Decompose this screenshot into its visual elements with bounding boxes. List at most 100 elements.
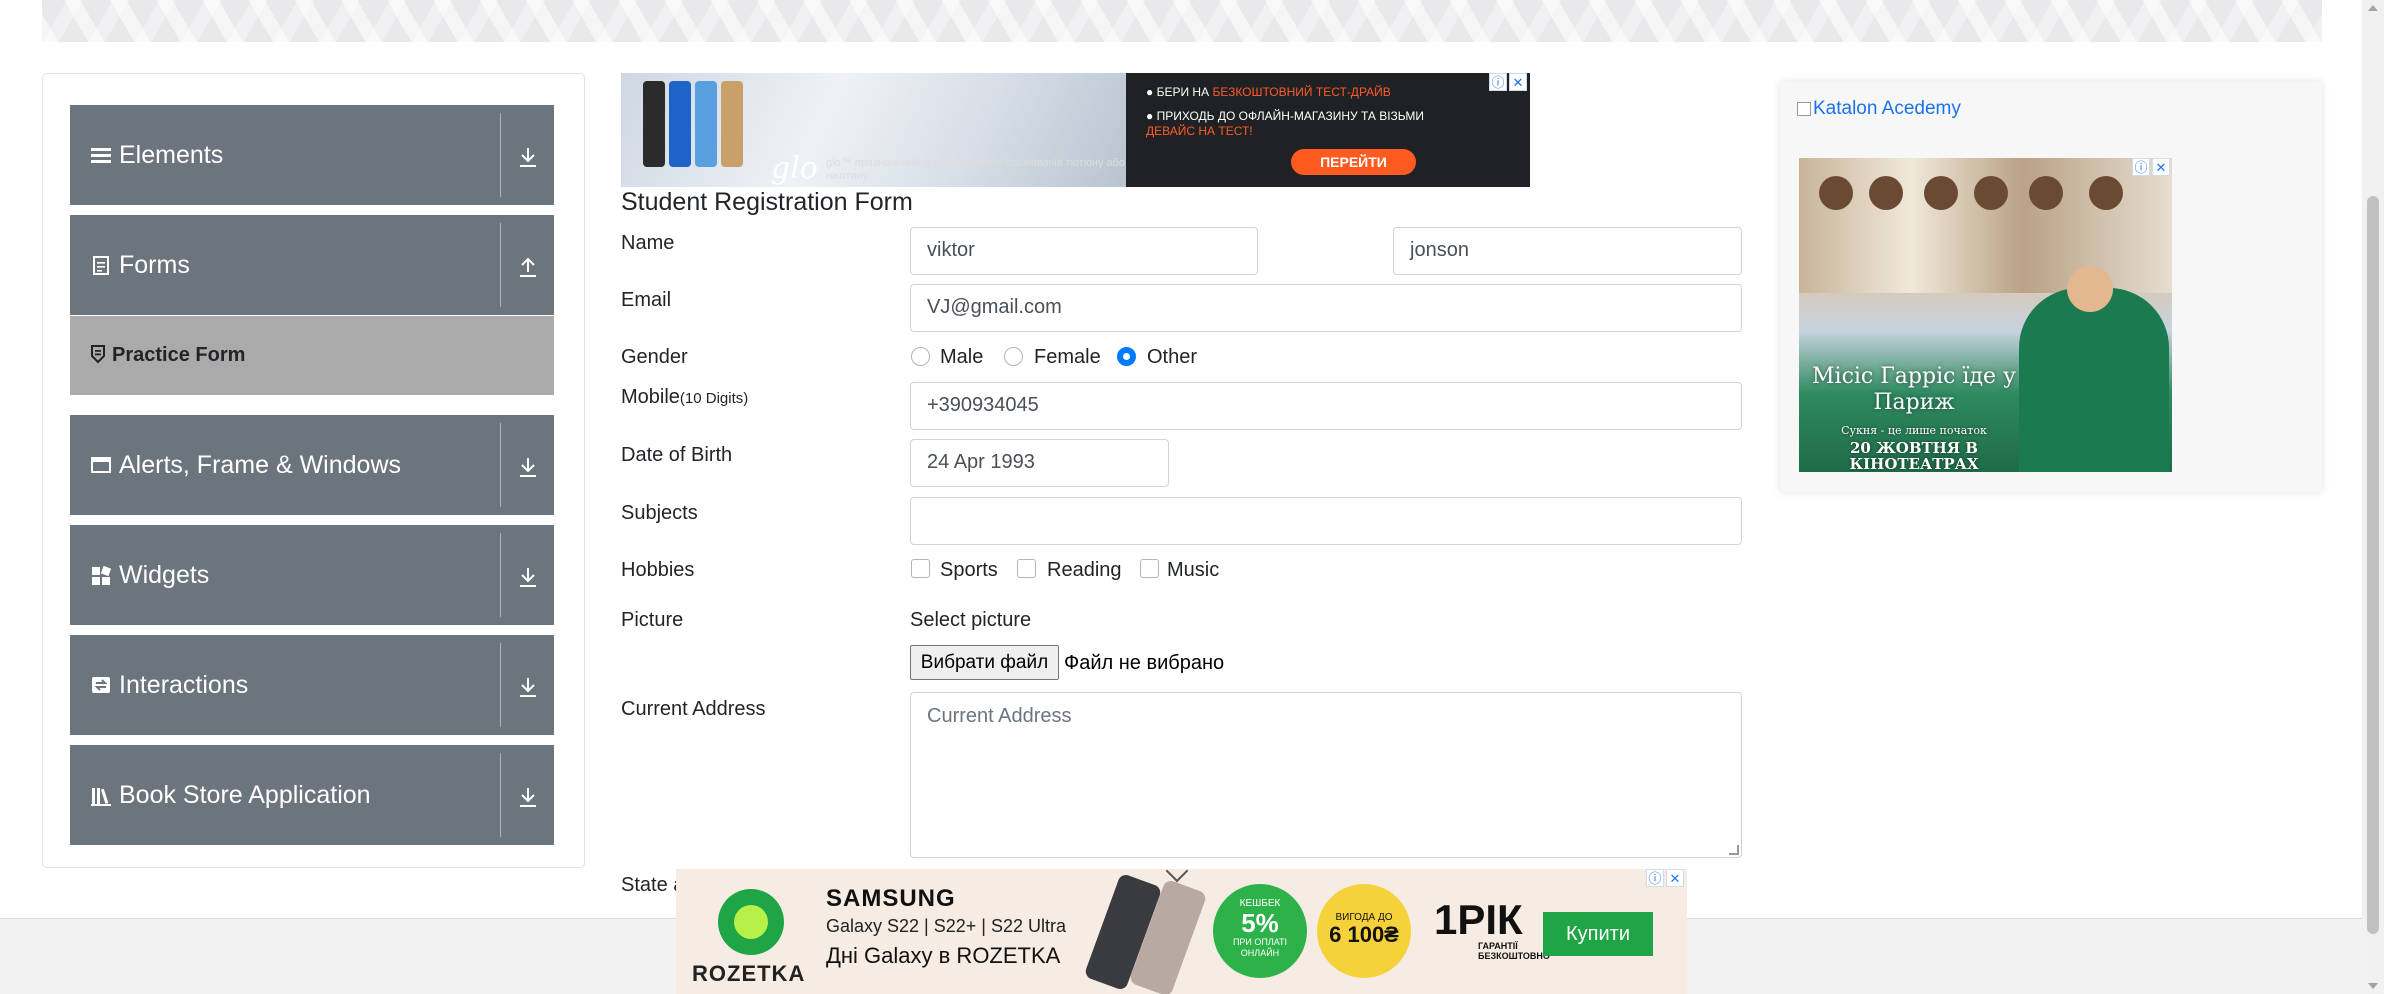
address-placeholder: Current Address xyxy=(927,705,1072,727)
download-arrow-icon[interactable] xyxy=(517,455,539,479)
divider xyxy=(500,643,501,727)
badge-icon xyxy=(91,345,105,364)
ad-models: Galaxy S22 | S22+ | S22 Ultra xyxy=(826,916,1066,936)
current-address-label: Current Address xyxy=(621,698,766,720)
upload-arrow-icon[interactable] xyxy=(517,255,539,279)
window-icon xyxy=(91,457,111,473)
ad-headline: Дні Galaxy в ROZETKA xyxy=(826,943,1061,968)
current-address-input[interactable]: Current Address xyxy=(910,692,1742,858)
download-arrow-icon[interactable] xyxy=(517,145,539,169)
hobbies-label: Hobbies xyxy=(621,559,695,581)
gender-male-radio[interactable] xyxy=(911,347,930,366)
poster-figure xyxy=(2019,288,2169,472)
subjects-input[interactable] xyxy=(910,497,1742,545)
hobby-sports-checkbox[interactable] xyxy=(911,559,930,578)
ad-info-icon[interactable]: ⓘ xyxy=(1646,869,1664,887)
resize-handle[interactable] xyxy=(1729,845,1739,855)
choose-file-button[interactable]: Вибрати файл xyxy=(910,645,1059,680)
ad-info-icon[interactable]: ⓘ xyxy=(2132,158,2150,176)
sidebar-group-forms[interactable]: Forms xyxy=(70,215,554,315)
mobile-input[interactable]: +390934045 xyxy=(910,382,1742,430)
divider xyxy=(500,423,501,507)
ad-store-name: ROZETKA xyxy=(692,961,806,986)
email-label: Email xyxy=(621,289,672,311)
poster-figure-head xyxy=(2067,266,2113,312)
scrollbar-thumb[interactable] xyxy=(2367,196,2379,934)
download-arrow-icon[interactable] xyxy=(517,785,539,809)
email-input[interactable]: VJ@gmail.com xyxy=(910,284,1742,332)
divider xyxy=(500,533,501,617)
subjects-label: Subjects xyxy=(621,502,698,524)
scroll-up-arrow-icon[interactable] xyxy=(2368,5,2378,11)
sidebar-group-book-store[interactable]: Book Store Application xyxy=(70,745,554,845)
first-name-input[interactable]: viktor xyxy=(910,227,1258,275)
download-arrow-icon[interactable] xyxy=(517,675,539,699)
hobby-reading-checkbox[interactable] xyxy=(1017,559,1036,578)
movie-poster-ad[interactable]: Місіс Гарріс їде у Париж Сукня - це лише… xyxy=(1799,158,2172,472)
sidebar-group-label: Book Store Application xyxy=(119,781,371,809)
ad-brand: glo xyxy=(771,151,818,186)
file-status-text: Файл не вибрано xyxy=(1064,652,1225,674)
ad-cta-button[interactable]: ПЕРЕЙТИ xyxy=(1291,149,1416,175)
gender-label: Gender xyxy=(621,346,688,368)
sidebar-group-label: Widgets xyxy=(119,561,210,589)
hobby-music-checkbox[interactable] xyxy=(1140,559,1159,578)
sidebar-group-widgets[interactable]: Widgets xyxy=(70,525,554,625)
ad-brand: SAMSUNG xyxy=(826,885,956,912)
interactions-icon xyxy=(92,677,110,693)
right-advertisement[interactable]: Katalon Acedemy Місіс Гарріс їде у Париж… xyxy=(1780,82,2322,492)
buy-button[interactable]: Купити xyxy=(1543,912,1653,956)
widgets-icon xyxy=(92,565,111,585)
gender-other-label[interactable]: Other xyxy=(1147,346,1197,369)
last-name-input[interactable]: jonson xyxy=(1393,227,1742,275)
dob-label: Date of Birth xyxy=(621,444,733,466)
name-label: Name xyxy=(621,232,675,254)
smile-icon xyxy=(734,905,768,939)
katalon-academy-link[interactable]: Katalon Acedemy xyxy=(1797,98,1961,120)
sidebar-item-practice-form[interactable]: Practice Form xyxy=(70,316,554,395)
sidebar-group-interactions[interactable]: Interactions xyxy=(70,635,554,735)
poster-date: 20 ЖОВТНЯ В КІНОТЕАТРАХ xyxy=(1849,439,1979,472)
date-of-birth-input[interactable]: 24 Apr 1993 xyxy=(910,439,1169,487)
ad-product-image: glo glo™ призначений для повнолітніх спо… xyxy=(621,73,1126,187)
gender-female-radio[interactable] xyxy=(1004,347,1023,366)
mobile-hint: (10 Digits) xyxy=(679,390,749,407)
divider xyxy=(500,223,501,307)
scroll-down-arrow-icon[interactable] xyxy=(2368,983,2378,989)
books-icon xyxy=(91,788,111,806)
ad-disclaimer: glo™ призначений для повнолітніх спожива… xyxy=(826,157,1126,182)
download-arrow-icon[interactable] xyxy=(517,565,539,589)
select-picture-hint: Select picture xyxy=(910,609,1032,631)
sidebar-group-label: Alerts, Frame & Windows xyxy=(119,451,402,479)
benefit-badge: ВИГОДА ДО 6 100₴ xyxy=(1317,884,1411,978)
gender-other-radio[interactable] xyxy=(1117,347,1136,366)
ad-close-icon[interactable]: ✕ xyxy=(1666,869,1684,887)
ad-info-icon[interactable]: ⓘ xyxy=(1489,73,1507,91)
hobby-sports-label[interactable]: Sports xyxy=(940,559,998,582)
sidebar-group-label: Elements xyxy=(119,141,224,169)
gender-male-label[interactable]: Male xyxy=(940,346,983,369)
bottom-advertisement[interactable]: ROZETKA SAMSUNG Galaxy S22 | S22+ | S22 … xyxy=(676,869,1687,994)
ad-close-icon[interactable]: ✕ xyxy=(2152,158,2170,176)
page-title: Student Registration Form xyxy=(621,188,913,216)
picture-label: Picture xyxy=(621,609,684,631)
ad-close-icon[interactable]: ✕ xyxy=(1509,73,1527,91)
page-scrollbar[interactable] xyxy=(2362,0,2384,994)
sidebar-group-label: Interactions xyxy=(119,671,249,699)
broken-image-icon xyxy=(1797,102,1811,116)
hobby-reading-label[interactable]: Reading xyxy=(1047,559,1122,582)
poster-cast-image xyxy=(1799,158,2172,293)
ad-line-1: ● БЕРИ НА БЕЗКОШТОВНИЙ ТЕСТ-ДРАЙВ xyxy=(1146,85,1391,99)
state-city-label: State a xyxy=(621,874,685,896)
sidebar-group-alerts[interactable]: Alerts, Frame & Windows xyxy=(70,415,554,515)
warranty-note: ГАРАНТІЇ БЕЗКОШТОВНО xyxy=(1478,941,1550,961)
poster-title: Місіс Гарріс їде у Париж xyxy=(1812,364,2016,415)
cashback-badge: КЕШБЕК 5% ПРИ ОПЛАТІ ОНЛАЙН xyxy=(1213,884,1307,978)
hamburger-icon xyxy=(91,148,111,163)
gender-female-label[interactable]: Female xyxy=(1034,346,1101,369)
hobby-music-label[interactable]: Music xyxy=(1167,559,1219,582)
sidebar: Elements Forms Practice Form Alerts, Fra… xyxy=(42,73,585,868)
top-advertisement[interactable]: glo glo™ призначений для повнолітніх спо… xyxy=(621,73,1530,187)
document-icon xyxy=(93,256,109,275)
sidebar-group-elements[interactable]: Elements xyxy=(70,105,554,205)
